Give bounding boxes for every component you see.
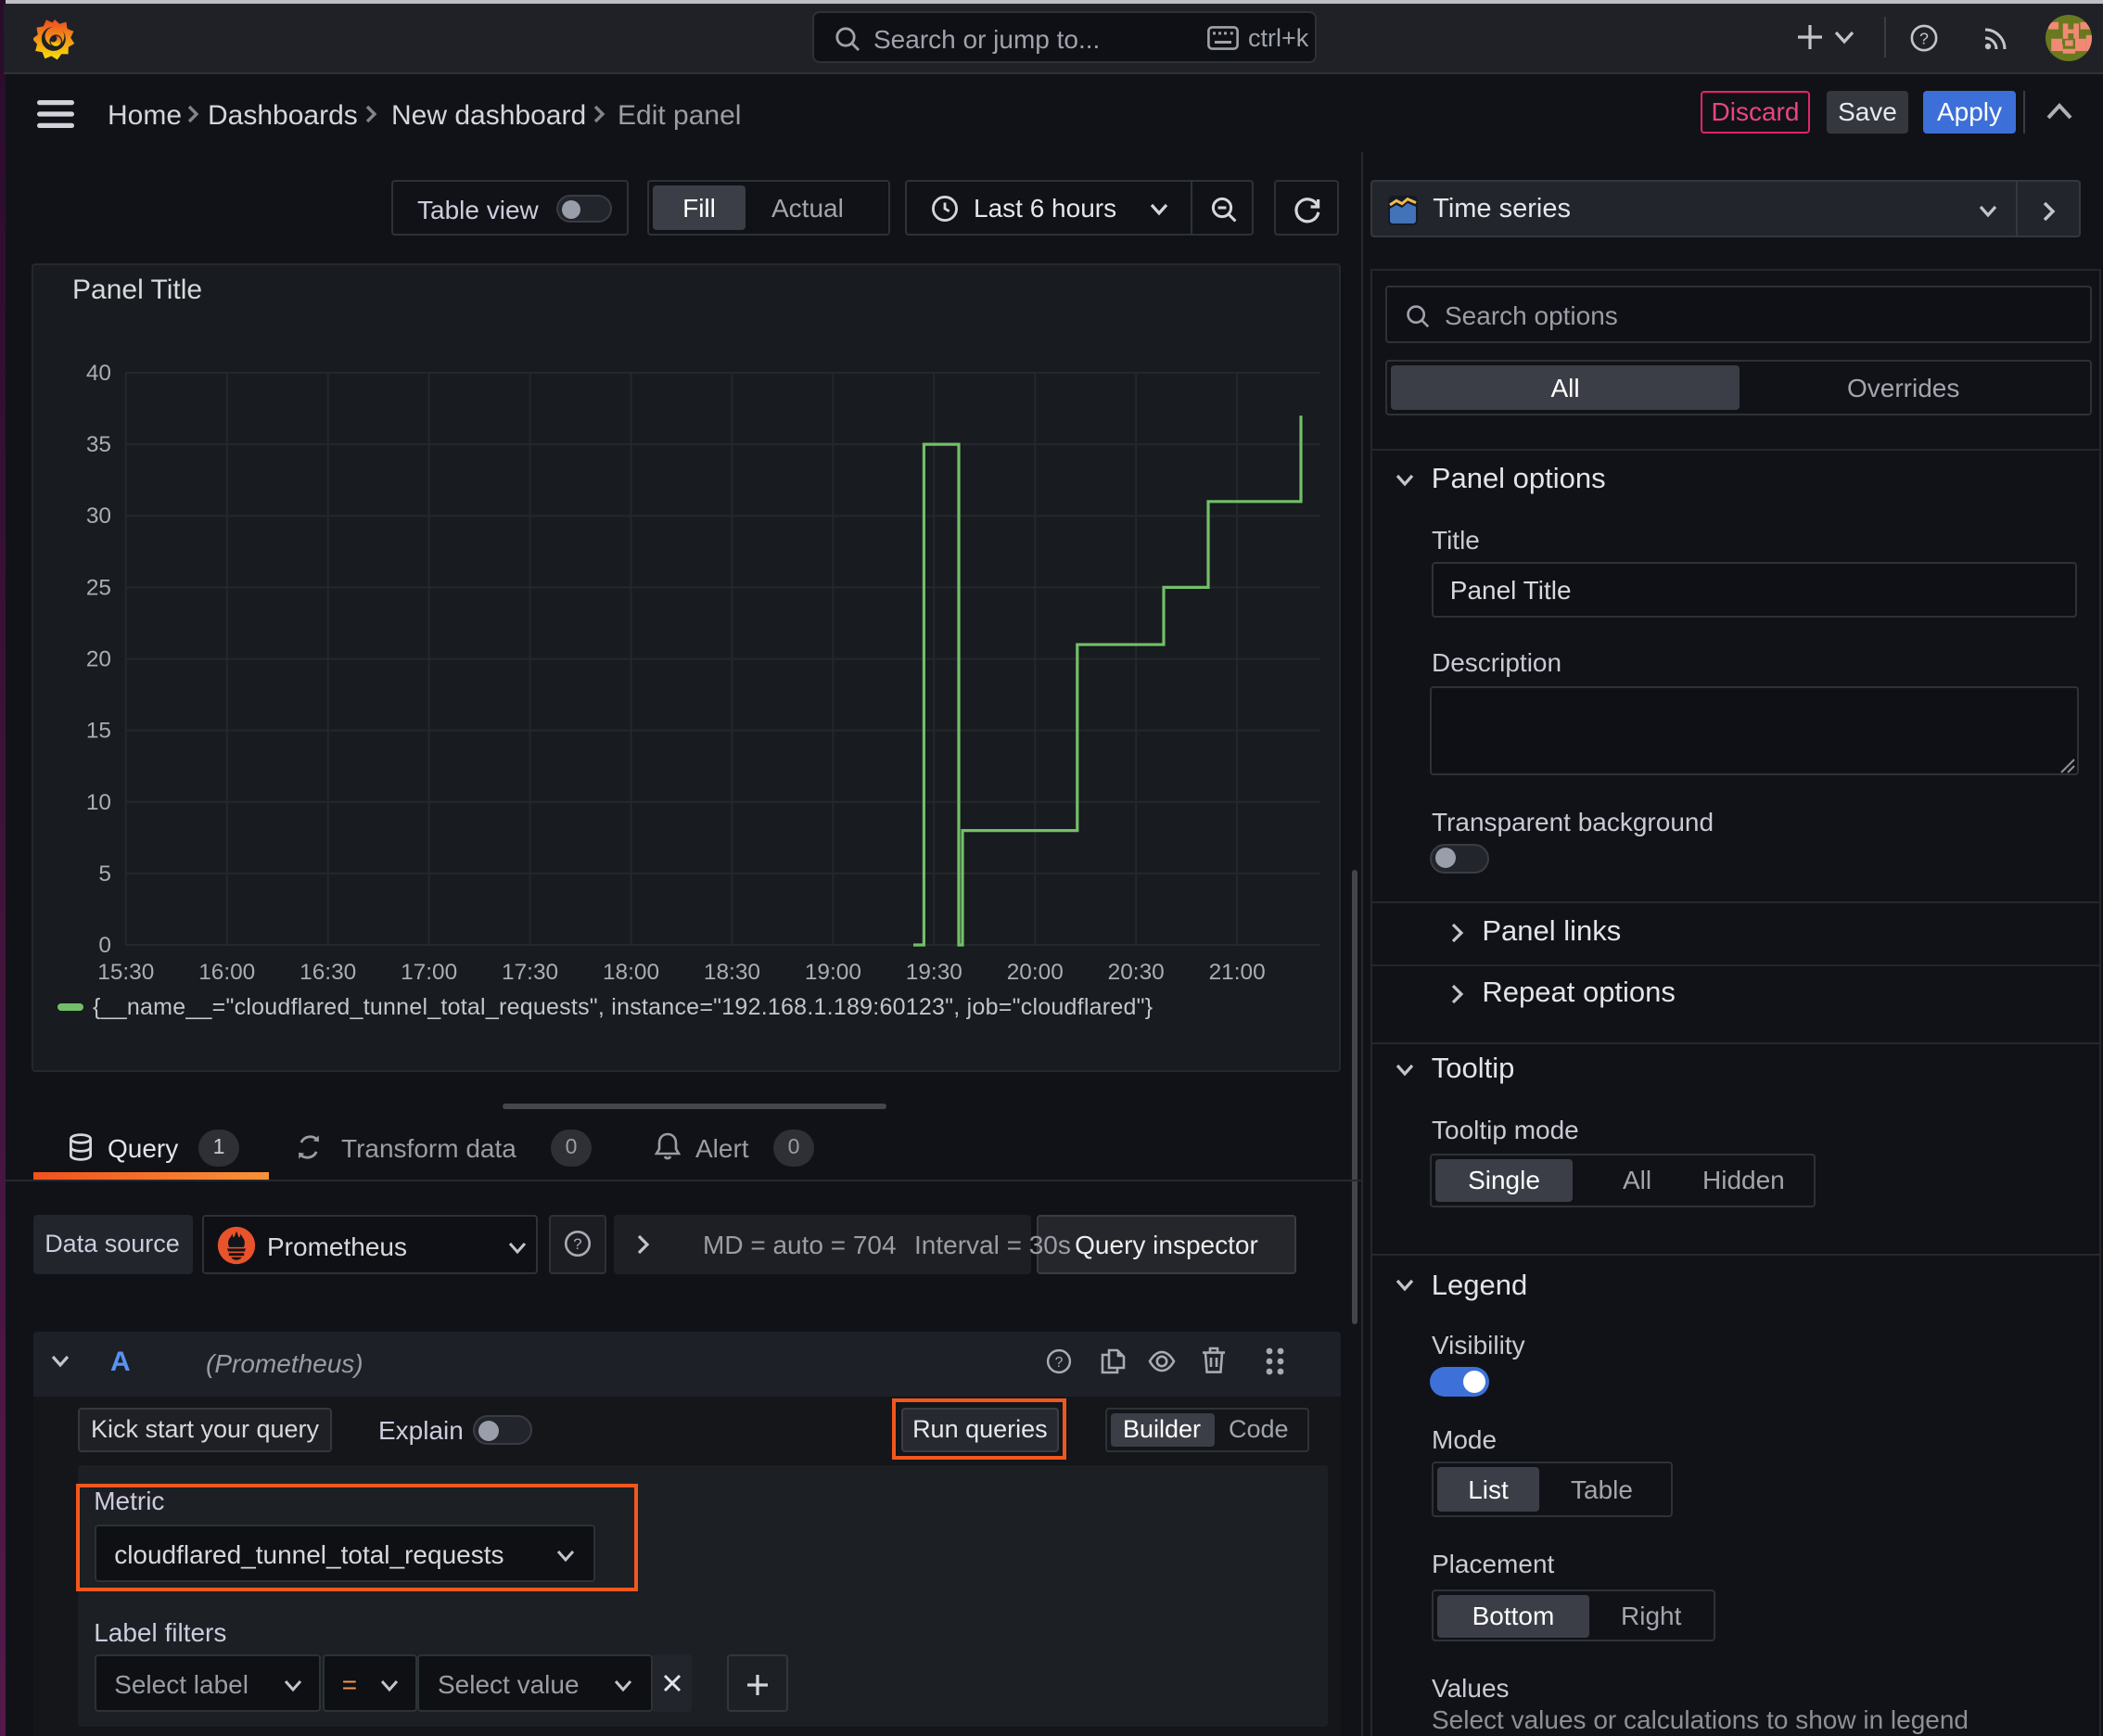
svg-text:15:30: 15:30 [96, 959, 153, 984]
svg-text:18:30: 18:30 [703, 959, 759, 984]
svg-text:0: 0 [97, 932, 110, 957]
svg-text:15: 15 [85, 718, 110, 743]
svg-text:20:30: 20:30 [1107, 959, 1164, 984]
svg-text:10: 10 [85, 789, 110, 814]
svg-text:19:00: 19:00 [804, 959, 860, 984]
svg-text:20: 20 [85, 646, 110, 671]
svg-text:20:00: 20:00 [1006, 959, 1063, 984]
svg-text:?: ? [572, 1235, 580, 1253]
svg-text:17:30: 17:30 [501, 959, 557, 984]
svg-text:35: 35 [85, 431, 110, 456]
svg-text:?: ? [1055, 1355, 1064, 1371]
svg-text:18:00: 18:00 [602, 959, 658, 984]
svg-text:?: ? [1919, 29, 1929, 47]
svg-text:16:00: 16:00 [198, 959, 254, 984]
svg-text:40: 40 [85, 360, 110, 385]
svg-text:25: 25 [85, 574, 110, 599]
svg-text:17:00: 17:00 [400, 959, 456, 984]
svg-text:30: 30 [85, 503, 110, 528]
svg-text:19:30: 19:30 [905, 959, 962, 984]
svg-text:21:00: 21:00 [1208, 959, 1265, 984]
svg-text:16:30: 16:30 [299, 959, 355, 984]
svg-text:5: 5 [97, 861, 110, 886]
